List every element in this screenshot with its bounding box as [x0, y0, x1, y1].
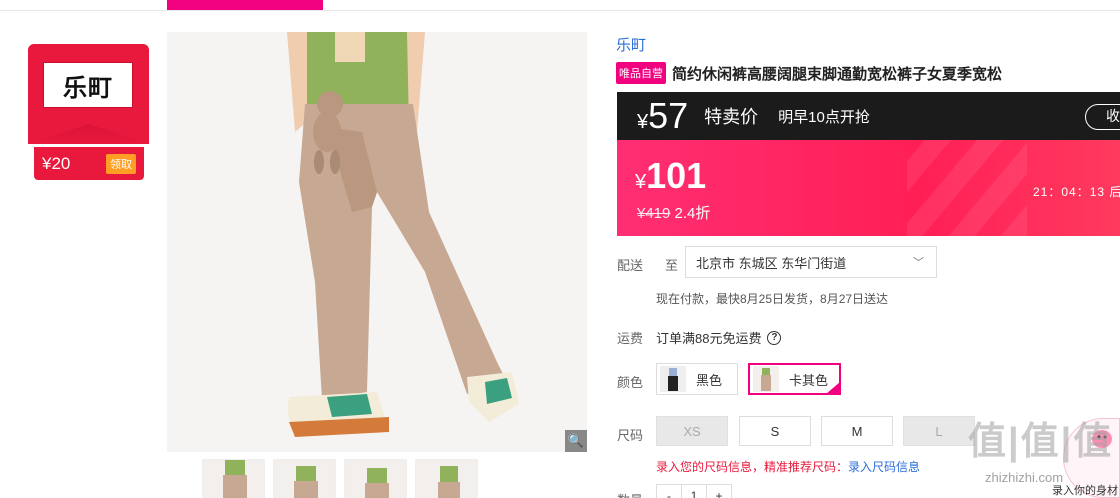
active-nav-indicator [167, 0, 323, 10]
quantity-plus-button[interactable]: + [707, 485, 731, 498]
current-price-bar: ¥101 ¥419 2.4折 21：04：13 后 [617, 140, 1120, 236]
size-label: 尺码 [617, 428, 644, 443]
size-option-m[interactable]: M [821, 416, 893, 446]
color-option-label: 卡其色 [789, 372, 829, 388]
quantity-stepper[interactable]: - 1 + [656, 484, 732, 498]
color-option-khaki[interactable]: 卡其色 [748, 363, 841, 395]
brand-card-header: 乐町 [28, 44, 149, 144]
quantity-label: 数量 [617, 490, 643, 498]
discount-rate: 2.4折 [674, 205, 711, 222]
freight-info: 订单满88元免运费 ? [656, 328, 782, 347]
thumbnail[interactable] [202, 459, 265, 498]
zoom-icon[interactable]: 🔍 [565, 430, 587, 452]
flash-price: ¥57 [637, 95, 689, 136]
enter-size-link[interactable]: 录入尺码信息 [848, 460, 920, 474]
claim-coupon-button[interactable]: 领取 [106, 153, 136, 174]
thumbnail[interactable] [415, 459, 478, 498]
selected-check-icon [826, 382, 840, 394]
product-title-row: 唯品自营 简约休闲裤高腰阔腿束脚通勤宽松裤子女夏季宽松 [616, 62, 1002, 84]
quantity-value[interactable]: 1 [682, 485, 707, 498]
quantity-minus-button[interactable]: - [657, 485, 682, 498]
thumbnail[interactable] [344, 459, 407, 498]
size-option-s[interactable]: S [739, 416, 811, 446]
current-price: ¥101 [635, 155, 707, 196]
address-value: 北京市 东城区 东华门街道 [696, 255, 847, 271]
thumbnail-strip [202, 459, 478, 498]
size-option-xs[interactable]: XS [656, 416, 728, 446]
size-option-l[interactable]: L [903, 416, 975, 446]
brand-logo[interactable]: 乐町 [43, 62, 133, 108]
freight-text: 订单满88元免运费 [656, 331, 762, 346]
brand-card-notch [28, 124, 149, 144]
ship-to-label: 至 [665, 258, 679, 273]
size-recommend-tip: 录入您的尺码信息，精准推荐尺码：录入尺码信息 [656, 458, 920, 475]
favorite-button[interactable]: 收 [1085, 104, 1120, 130]
watermark-url: zhizhizhi.com [985, 470, 1064, 485]
address-select[interactable]: 北京市 东城区 东华门街道 ﹀ [685, 246, 937, 278]
countdown-timer: 21：04：13 后 [1033, 185, 1120, 199]
flash-sale-bar: ¥57 特卖价 明早10点开抢 收 [617, 92, 1120, 140]
product-photo [287, 32, 519, 437]
delivery-label: 配送 [617, 258, 644, 273]
chevron-down-icon: ﹀ [913, 257, 924, 269]
original-price: ¥419 2.4折 [637, 205, 711, 222]
thumbnail[interactable] [273, 459, 336, 498]
delivery-estimate: 现在付款，最快8月25日发货，8月27日送达 [656, 292, 889, 306]
main-product-image[interactable]: 🔍 [167, 32, 587, 452]
color-label: 颜色 [617, 375, 644, 390]
flash-start-time: 明早10点开抢 [778, 108, 870, 126]
flash-price-label: 特卖价 [704, 107, 759, 127]
brand-coupon-card[interactable]: 乐町 ¥20 领取 [28, 44, 149, 180]
coupon-strip[interactable]: ¥20 领取 [34, 147, 144, 180]
brand-name-link[interactable]: 乐町 [616, 34, 646, 55]
color-swatch-black [660, 366, 686, 392]
freight-label: 运费 [617, 331, 644, 346]
watermark: 值|值|值 [968, 421, 1114, 463]
help-icon[interactable]: ? [767, 330, 782, 345]
top-divider [0, 10, 1120, 11]
coupon-amount: ¥20 [42, 153, 71, 173]
size-tip-text: 录入您的尺码信息，精准推荐尺码： [656, 460, 849, 474]
product-title: 简约休闲裤高腰阔腿束脚通勤宽松裤子女夏季宽松 [672, 65, 1003, 83]
decorative-stripes [907, 140, 1027, 236]
color-option-label: 黑色 [696, 372, 723, 388]
color-option-black[interactable]: 黑色 [656, 363, 738, 395]
brand-logo-text: 乐町 [63, 74, 113, 102]
self-operated-badge: 唯品自营 [616, 62, 666, 84]
color-swatch-khaki [753, 366, 779, 392]
